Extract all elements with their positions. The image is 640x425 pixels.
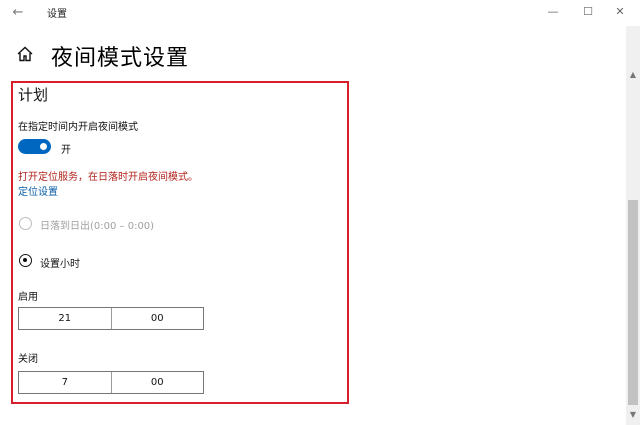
window-title: 设置	[47, 9, 67, 20]
turn-off-minute[interactable]: 00	[110, 372, 204, 393]
close-button[interactable]: ✕	[607, 3, 633, 21]
turn-on-time-picker[interactable]: 21 00	[18, 307, 204, 330]
toggle-label: 在指定时间内开启夜间模式	[18, 122, 138, 133]
back-icon[interactable]: ←	[8, 4, 28, 22]
radio-selected-dot	[23, 258, 27, 262]
scrollbar-thumb[interactable]	[628, 200, 638, 405]
maximize-button[interactable]: ☐	[575, 3, 601, 21]
location-warning-text: 打开定位服务，在日落时开启夜间模式。	[18, 172, 198, 183]
minimize-button[interactable]: —	[540, 3, 566, 21]
toggle-knob	[40, 143, 47, 150]
page-title: 夜间模式设置	[51, 46, 190, 71]
section-title: 计划	[18, 86, 49, 104]
toggle-state-text: 开	[61, 145, 71, 156]
scroll-down-icon[interactable]: ▼	[627, 410, 639, 420]
turn-off-hour[interactable]: 7	[19, 372, 111, 393]
sunset-to-sunrise-radio[interactable]	[19, 217, 32, 230]
scroll-up-icon[interactable]: ▲	[627, 70, 639, 80]
title-bar: ← 设置 — ☐ ✕	[0, 0, 640, 26]
turn-off-label: 关闭	[18, 354, 38, 365]
location-settings-link[interactable]: 定位设置	[18, 183, 58, 198]
turn-on-hour[interactable]: 21	[19, 308, 111, 329]
turn-on-label: 启用	[18, 292, 38, 303]
turn-on-minute[interactable]: 00	[110, 308, 204, 329]
set-hours-radio[interactable]	[19, 254, 32, 267]
turn-off-time-picker[interactable]: 7 00	[18, 371, 204, 394]
sunset-to-sunrise-label: 日落到日出(0:00 – 0:00)	[40, 221, 155, 232]
home-icon[interactable]	[16, 45, 34, 63]
set-hours-label: 设置小时	[40, 259, 80, 270]
night-light-schedule-toggle[interactable]	[18, 139, 51, 154]
